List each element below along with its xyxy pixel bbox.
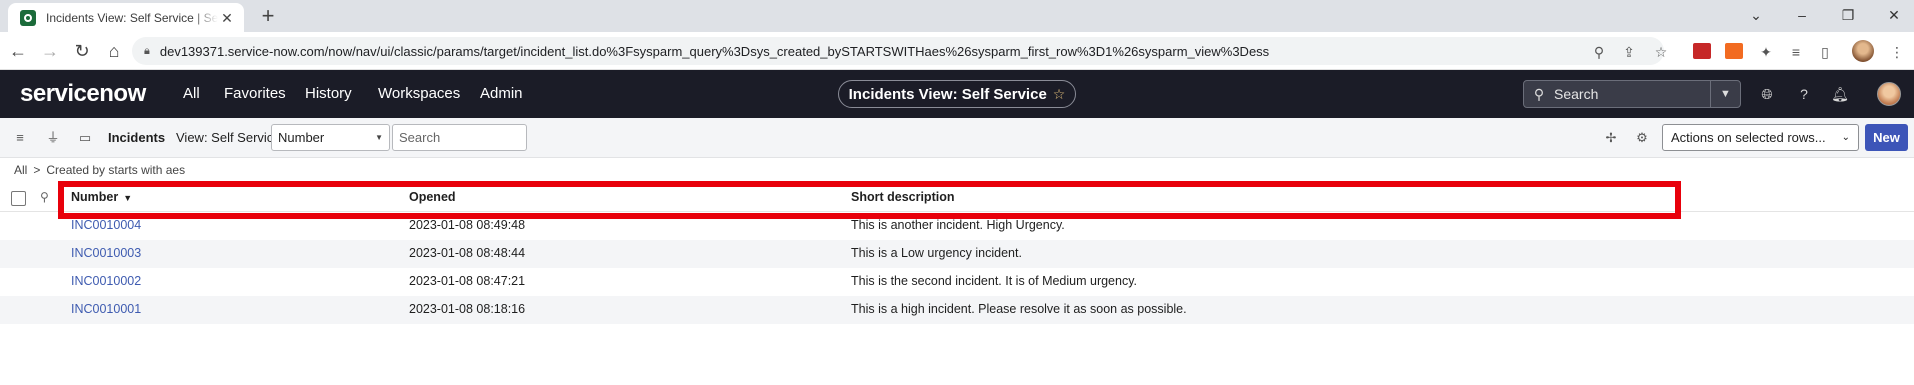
- short-description-value: This is the second incident. It is of Me…: [851, 274, 1138, 288]
- filter-icon[interactable]: ⏚: [45, 130, 61, 146]
- url-text[interactable]: dev139371.service-now.com/now/nav/ui/cla…: [160, 44, 1652, 59]
- restore-icon[interactable]: ❐: [1828, 2, 1868, 28]
- reload-icon[interactable]: ↻: [70, 39, 94, 63]
- breadcrumb-all[interactable]: All: [14, 163, 27, 177]
- favorite-star-icon[interactable]: ☆: [1053, 86, 1066, 103]
- column-header-number-label: Number: [71, 190, 119, 204]
- incident-table: ⚲ Number ▼ Opened Short description INC00…: [0, 183, 1914, 324]
- forward-icon[interactable]: →: [38, 39, 62, 63]
- column-header-opened[interactable]: Opened: [409, 190, 456, 204]
- list-search-input[interactable]: [392, 124, 527, 151]
- table-row: INC0010003 2023-01-08 08:48:44 This is a…: [0, 240, 1914, 268]
- list-toolbar: ≡ ⏚ ▭ Incidents View: Self Service Numbe…: [0, 118, 1914, 158]
- short-description-value: This is a Low urgency incident.: [851, 246, 1022, 260]
- servicenow-favicon-icon: [20, 9, 36, 26]
- home-icon[interactable]: ⌂: [102, 39, 126, 63]
- incident-number-link[interactable]: INC0010001: [71, 302, 141, 316]
- share-icon[interactable]: ⇪: [1620, 43, 1638, 61]
- extension-red-icon[interactable]: [1693, 43, 1711, 59]
- table-row: INC0010002 2023-01-08 08:47:21 This is t…: [0, 268, 1914, 296]
- notifications-bell-icon[interactable]: 🔔︎: [1831, 85, 1849, 103]
- context-title-pill[interactable]: Incidents View: Self Service ☆: [838, 80, 1076, 108]
- tab-search-chevron-icon[interactable]: ⌄: [1736, 2, 1776, 28]
- nav-favorites[interactable]: Favorites: [224, 85, 286, 102]
- address-bar[interactable]: 🔒︎ dev139371.service-now.com/now/nav/ui/…: [132, 37, 1664, 65]
- close-window-icon[interactable]: ✕: [1874, 2, 1914, 28]
- opened-value: 2023-01-08 08:18:16: [409, 302, 526, 316]
- close-tab-icon[interactable]: ✕: [218, 9, 236, 27]
- browser-tab-strip: Incidents View: Self Service | ServiceNo…: [0, 0, 1914, 32]
- global-search-input[interactable]: Search: [1554, 86, 1710, 102]
- column-search-icon[interactable]: ⚲: [40, 190, 49, 204]
- column-header-short-description[interactable]: Short description: [851, 190, 954, 204]
- minimize-icon[interactable]: –: [1782, 2, 1822, 28]
- opened-value: 2023-01-08 08:48:44: [409, 246, 526, 260]
- search-field-select[interactable]: Number ▼: [271, 124, 390, 151]
- nav-workspaces[interactable]: Workspaces: [378, 85, 460, 102]
- list-context-icon[interactable]: ▭: [77, 130, 93, 146]
- actions-select[interactable]: Actions on selected rows... ⌄: [1662, 124, 1859, 151]
- browser-menu-icon[interactable]: ⋮: [1888, 43, 1906, 61]
- zoom-icon[interactable]: ⚲: [1590, 43, 1608, 61]
- hamburger-menu-icon[interactable]: ≡: [12, 130, 28, 146]
- list-view-label: View: Self Service: [176, 130, 281, 145]
- user-avatar[interactable]: [1877, 82, 1901, 106]
- bookmark-star-icon[interactable]: ☆: [1652, 43, 1670, 61]
- list-title[interactable]: Incidents: [108, 130, 165, 145]
- new-tab-icon[interactable]: +: [256, 5, 280, 29]
- search-field-value: Number: [278, 130, 325, 145]
- incident-number-link[interactable]: INC0010004: [71, 218, 141, 232]
- extensions-puzzle-icon[interactable]: ✦: [1757, 43, 1775, 61]
- servicenow-logo[interactable]: servicenow: [20, 80, 146, 108]
- short-description-value: This is another incident. High Urgency.: [851, 218, 1065, 232]
- opened-value: 2023-01-08 08:49:48: [409, 218, 526, 232]
- select-all-checkbox[interactable]: [11, 191, 26, 206]
- table-row: INC0010004 2023-01-08 08:49:48 This is a…: [0, 212, 1914, 240]
- search-icon: ⚲: [1533, 85, 1545, 102]
- chevron-down-icon: ⌄: [1841, 132, 1850, 143]
- back-icon[interactable]: ←: [6, 39, 30, 63]
- table-header-row: ⚲ Number ▼ Opened Short description: [0, 183, 1914, 212]
- browser-toolbar: ← → ↻ ⌂ 🔒︎ dev139371.service-now.com/now…: [0, 32, 1914, 70]
- extension-orange-icon[interactable]: [1725, 43, 1743, 59]
- lock-icon[interactable]: 🔒︎: [144, 45, 150, 58]
- opened-value: 2023-01-08 08:47:21: [409, 274, 526, 288]
- breadcrumb-separator: >: [33, 163, 41, 177]
- globe-icon[interactable]: 🌐︎: [1758, 85, 1776, 103]
- new-button[interactable]: New: [1865, 124, 1908, 151]
- breadcrumb-filter[interactable]: Created by starts with aes: [46, 163, 185, 177]
- browser-profile-avatar[interactable]: [1852, 40, 1874, 62]
- actions-select-label: Actions on selected rows...: [1671, 130, 1826, 145]
- servicenow-header: servicenow All Favorites History Workspa…: [0, 70, 1914, 118]
- table-row: INC0010001 2023-01-08 08:18:16 This is a…: [0, 296, 1914, 324]
- media-queue-icon[interactable]: ≡: [1787, 43, 1805, 61]
- breadcrumb: All > Created by starts with aes: [14, 163, 185, 177]
- tab-title: Incidents View: Self Service | ServiceNo…: [46, 10, 218, 25]
- incident-number-link[interactable]: INC0010002: [71, 274, 141, 288]
- sidepanel-icon[interactable]: ▯: [1816, 43, 1834, 61]
- chevron-down-icon: ▼: [375, 133, 383, 142]
- nav-admin[interactable]: Admin: [480, 85, 523, 102]
- nav-history[interactable]: History: [305, 85, 352, 102]
- sort-descending-icon[interactable]: ▼: [123, 193, 132, 203]
- nav-all[interactable]: All: [183, 85, 200, 102]
- settings-gear-icon[interactable]: ⚙: [1634, 130, 1650, 146]
- column-header-number[interactable]: Number ▼: [71, 190, 132, 204]
- help-icon[interactable]: ?: [1795, 85, 1813, 103]
- browser-tab[interactable]: Incidents View: Self Service | ServiceNo…: [8, 3, 244, 32]
- search-scope-dropdown-icon[interactable]: ▼: [1710, 81, 1740, 107]
- short-description-value: This is a high incident. Please resolve …: [851, 302, 1187, 316]
- incident-number-link[interactable]: INC0010003: [71, 246, 141, 260]
- context-title: Incidents View: Self Service: [848, 85, 1047, 103]
- global-search[interactable]: ⚲ Search ▼: [1523, 80, 1741, 108]
- personalize-sparkle-icon[interactable]: ✢: [1603, 130, 1619, 146]
